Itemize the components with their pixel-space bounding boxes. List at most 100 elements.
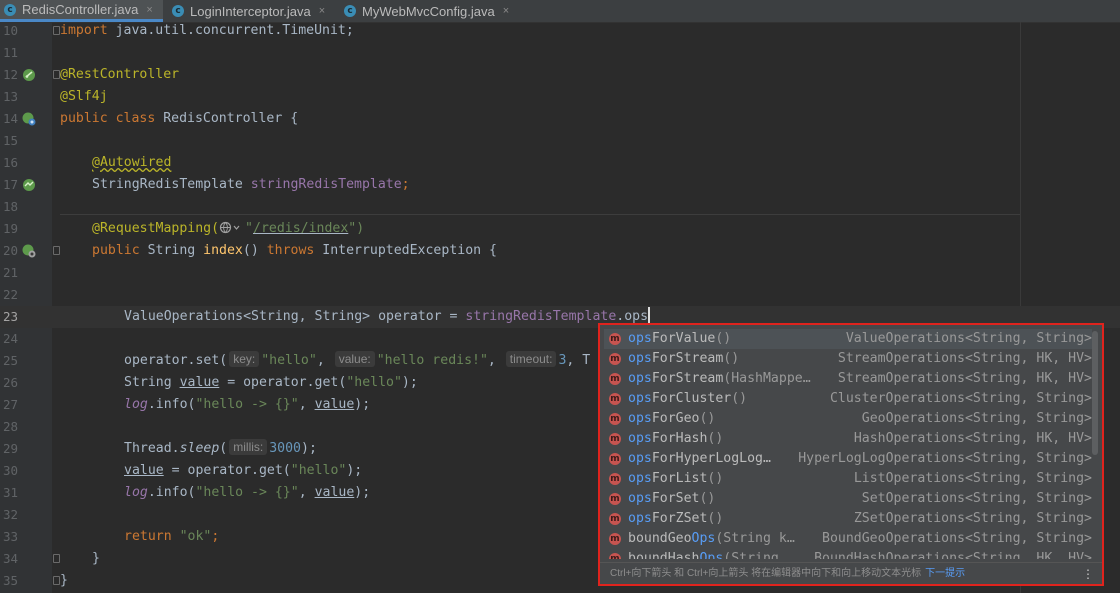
method-icon: m	[609, 513, 621, 525]
line-number: 14	[2, 111, 18, 126]
return-type: ZSetOperations<String, String>	[853, 511, 1092, 526]
fold-icon[interactable]	[53, 70, 60, 79]
more-options-icon[interactable]: ⋮	[1082, 563, 1094, 585]
completion-item[interactable]: m boundHashOps(String … BoundHashOperati…	[604, 549, 1092, 559]
method-icon: m	[609, 533, 621, 545]
completion-item[interactable]: m opsForList() ListOperations<String, St…	[604, 469, 1092, 489]
tab-label: LoginInterceptor.java	[190, 3, 311, 19]
line-number: 16	[2, 155, 18, 170]
return-type: HashOperations<String, HK, HV>	[853, 431, 1092, 446]
code-text: }	[92, 551, 100, 566]
line-number: 13	[2, 89, 18, 104]
line-number: 31	[2, 485, 18, 500]
code-line: 14 public class RedisController {	[0, 108, 1120, 130]
line-number: 32	[2, 507, 18, 522]
code-line: 22	[0, 284, 1120, 306]
line-number: 19	[2, 221, 18, 236]
code-line: 16 @Autowired	[0, 152, 1120, 174]
code-completion-popup[interactable]: m opsForValue() ValueOperations<String, …	[598, 323, 1104, 586]
tab-label: RedisController.java	[22, 2, 139, 17]
method-icon: m	[609, 413, 621, 425]
completion-item[interactable]: m opsForZSet() ZSetOperations<String, St…	[604, 509, 1092, 529]
code-text: import java.util.concurrent.TimeUnit;	[60, 23, 354, 38]
param-hint: millis:	[229, 439, 268, 455]
return-type: StreamOperations<String, HK, HV>	[837, 351, 1092, 366]
code-line: 19 @RequestMapping("/redis/index")	[0, 218, 1120, 240]
line-number: 23	[2, 309, 18, 324]
close-icon[interactable]: ×	[503, 5, 509, 17]
param-hint: timeout:	[505, 351, 557, 367]
java-class-icon: c	[4, 3, 16, 16]
next-tip-link[interactable]: 下一提示	[925, 568, 965, 579]
code-line: 20 public String index() throws Interrup…	[0, 240, 1120, 262]
fold-icon[interactable]	[53, 576, 60, 585]
completion-item[interactable]: m opsForCluster() ClusterOperations<Stri…	[604, 389, 1092, 409]
return-type: SetOperations<String, String>	[861, 491, 1092, 506]
method-separator	[60, 214, 1020, 215]
spring-web-icon[interactable]	[22, 112, 36, 126]
line-number: 24	[2, 331, 18, 346]
line-number: 21	[2, 265, 18, 280]
return-type: StreamOperations<String, HK, HV>	[837, 371, 1092, 386]
code-text: @Slf4j	[60, 89, 108, 104]
method-icon: m	[609, 453, 621, 465]
java-class-icon: c	[344, 5, 356, 17]
completion-item[interactable]: m opsForHyperLogLog… HyperLogLogOperatio…	[604, 449, 1092, 469]
completion-item[interactable]: m boundGeoOps(String k… BoundGeoOperatio…	[604, 529, 1092, 549]
code-text: }	[60, 573, 68, 588]
code-text: StringRedisTemplate stringRedisTemplate;	[92, 177, 410, 192]
line-number: 11	[2, 45, 18, 60]
code-text: @RestController	[60, 67, 180, 82]
code-text: Thread.sleep(millis: 3000);	[124, 439, 317, 456]
fold-icon[interactable]	[53, 246, 60, 255]
method-icon: m	[609, 553, 621, 559]
param-hint: value:	[334, 351, 375, 367]
code-text: String value = operator.get("hello");	[124, 375, 418, 390]
line-number: 35	[2, 573, 18, 588]
line-number: 28	[2, 419, 18, 434]
tab-my-web-mvc-config[interactable]: c MyWebMvcConfig.java ×	[340, 0, 515, 22]
method-icon: m	[609, 473, 621, 485]
autowired-bean-icon[interactable]	[22, 178, 36, 192]
return-type: ListOperations<String, String>	[853, 471, 1092, 486]
param-hint: key:	[229, 351, 260, 367]
code-text: public class RedisController {	[60, 111, 299, 126]
popup-footer: Ctrl+向下箭头 和 Ctrl+向上箭头 将在编辑器中向下和向上移动文本光标下…	[600, 562, 1102, 584]
completion-item[interactable]: m opsForValue() ValueOperations<String, …	[604, 329, 1092, 349]
return-type: GeoOperations<String, String>	[861, 411, 1092, 426]
line-number: 26	[2, 375, 18, 390]
code-line: 10 import java.util.concurrent.TimeUnit;	[0, 20, 1120, 42]
completion-item[interactable]: m opsForStream(HashMappe… StreamOperatio…	[604, 369, 1092, 389]
code-line: 11	[0, 42, 1120, 64]
request-mapping-icon[interactable]	[22, 244, 36, 258]
line-number: 10	[2, 23, 18, 38]
tab-redis-controller[interactable]: c RedisController.java ×	[0, 0, 163, 22]
line-number: 18	[2, 199, 18, 214]
close-icon[interactable]: ×	[146, 4, 152, 16]
text-caret	[648, 307, 650, 323]
completion-item[interactable]: m opsForHash() HashOperations<String, HK…	[604, 429, 1092, 449]
return-type: ClusterOperations<String, String>	[829, 391, 1092, 406]
code-line: 12 @RestController	[0, 64, 1120, 86]
completion-item[interactable]: m opsForGeo() GeoOperations<String, Stri…	[604, 409, 1092, 429]
method-icon: m	[609, 373, 621, 385]
method-icon: m	[609, 493, 621, 505]
close-icon[interactable]: ×	[319, 5, 325, 17]
spring-bean-icon[interactable]	[22, 68, 36, 82]
completion-item[interactable]: m opsForSet() SetOperations<String, Stri…	[604, 489, 1092, 509]
line-number: 25	[2, 353, 18, 368]
line-number: 27	[2, 397, 18, 412]
tab-label: MyWebMvcConfig.java	[362, 3, 495, 19]
tab-login-interceptor[interactable]: c LoginInterceptor.java ×	[168, 0, 336, 22]
return-type: BoundHashOperations<String, HK, HV>	[814, 551, 1092, 559]
completion-item[interactable]: m opsForStream() StreamOperations<String…	[604, 349, 1092, 369]
code-text: return "ok";	[124, 529, 220, 544]
popup-scrollbar[interactable]	[1092, 331, 1098, 455]
code-text: public String index() throws Interrupted…	[92, 243, 497, 258]
method-icon: m	[609, 333, 621, 345]
code-text: @RequestMapping("/redis/index")	[92, 218, 364, 240]
line-number: 17	[2, 177, 18, 192]
globe-icon[interactable]	[219, 220, 243, 242]
fold-icon[interactable]	[53, 26, 60, 35]
fold-icon[interactable]	[53, 554, 60, 563]
